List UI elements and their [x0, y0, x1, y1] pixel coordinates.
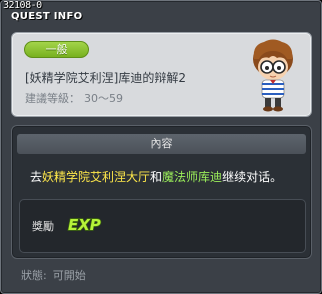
reward-box: 獎勵 EXP: [19, 199, 306, 253]
description-text: 和: [150, 170, 163, 184]
category-badge: 一般: [24, 41, 89, 58]
title-bar[interactable]: 32108-0 QUEST INFO: [1, 0, 321, 23]
status-value: 可開始: [52, 269, 86, 282]
recommended-level-value: 30～59: [84, 92, 123, 105]
status-label: 狀態:: [21, 269, 47, 282]
reward-label: 獎勵: [32, 220, 54, 233]
description-text: 继续对话。: [222, 170, 283, 184]
content-header: 內容: [17, 134, 306, 154]
quest-description: 去妖精学院艾利涅大厅和魔法师库迪继续对话。: [30, 168, 282, 185]
location-link[interactable]: 妖精学院艾利涅大厅: [42, 170, 150, 184]
npc-portrait: [253, 39, 293, 112]
exp-icon-text: EXP: [68, 216, 101, 234]
quest-info-window: 32108-0 QUEST INFO 一般 [妖精学院艾利涅]库迪的辩解2 建議…: [0, 0, 322, 294]
quest-status: 狀態: 可開始: [21, 267, 86, 283]
content-panel: 內容 去妖精学院艾利涅大厅和魔法师库迪继续对话。 獎勵 EXP: [11, 125, 312, 259]
recommended-level: 建議等級： 30～59: [25, 90, 123, 106]
quest-header-panel: 一般 [妖精学院艾利涅]库迪的辩解2 建議等級： 30～59: [11, 32, 312, 117]
quest-name: [妖精学院艾利涅]库迪的辩解2: [25, 71, 186, 85]
window-title: QUEST INFO: [11, 11, 83, 22]
exp-icon: EXP: [67, 215, 101, 234]
description-text: 去: [30, 170, 43, 184]
npc-link[interactable]: 魔法师库迪: [162, 170, 222, 184]
recommended-level-label: 建議等級：: [25, 92, 80, 105]
quest-id: 32108-0: [3, 0, 42, 11]
